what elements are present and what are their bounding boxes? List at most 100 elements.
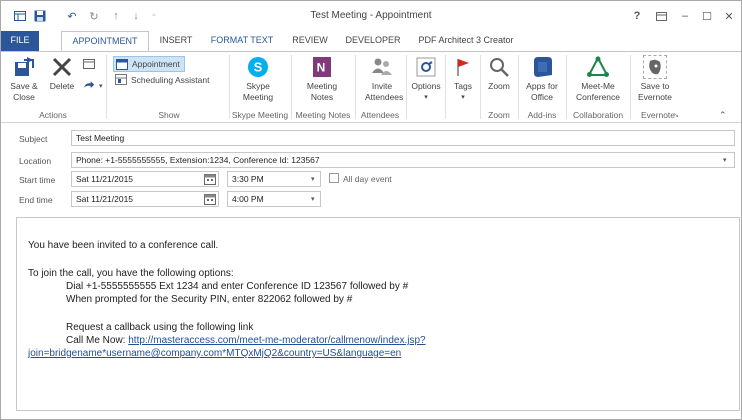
tab-developer[interactable]: DEVELOPER [339,31,407,51]
delete-button[interactable]: Delete [47,55,77,92]
message-body[interactable]: You have been invited to a conference ca… [16,217,740,411]
appointment-view-label: Appointment [132,59,180,69]
meet-me-conference-label: Meet-Me Conference [576,81,620,102]
start-time-label: Start time [19,175,56,185]
customize-qat-icon[interactable]: ⁼ [147,9,161,23]
tags-button[interactable]: Tags ▾ [449,55,477,103]
options-label: Options [411,81,441,91]
group-skype-label: Skype Meeting [231,110,289,120]
all-day-label: All day event [343,174,392,184]
options-button[interactable]: Options ▾ [409,55,443,103]
apps-for-office-button[interactable]: Apps for Office [522,55,562,103]
up-arrow-icon[interactable]: ↑ [109,9,123,23]
tab-file[interactable]: FILE [1,31,39,51]
undo-icon[interactable]: ↶ [65,9,79,23]
end-date-calendar-icon[interactable] [202,192,218,206]
tab-appointment[interactable]: APPOINTMENT [61,31,149,52]
maximize-button[interactable]: ☐ [697,7,717,25]
save-close-button[interactable]: Save & Close [7,55,41,103]
options-dropdown-icon: ▾ [424,94,428,101]
tab-insert[interactable]: INSERT [151,31,201,51]
invite-attendees-label: Invite Attendees [365,81,404,102]
apps-for-office-label: Apps for Office [526,81,558,102]
onenote-icon: N [310,55,334,79]
group-attendees-label: Attendees [360,110,400,120]
tags-label: Tags [454,81,472,91]
save-icon[interactable] [33,9,47,23]
tags-dropdown-icon: ▾ [461,94,465,101]
scheduling-assistant-icon [115,74,127,85]
calendar-small-icon [83,58,95,69]
magnifier-icon [487,55,511,79]
skype-icon: S [246,55,270,79]
save-to-evernote-button[interactable]: Save to Evernote [633,55,677,103]
invite-attendees-button[interactable]: Invite Attendees [359,55,405,103]
forward-button[interactable]: ▾ [83,80,103,91]
evernote-icon [643,55,667,79]
tab-review[interactable]: REVIEW [283,31,337,51]
end-time-label: End time [19,195,53,205]
subject-input[interactable]: Test Meeting [71,130,735,146]
group-addins-label: Add-ins [527,110,557,120]
down-arrow-icon[interactable]: ↓ [129,9,143,23]
calendar-forward-button[interactable] [83,58,99,69]
flag-icon [451,55,475,79]
zoom-button[interactable]: Zoom [484,55,514,92]
scheduling-assistant-button[interactable]: Scheduling Assistant [115,74,209,85]
save-close-icon [12,55,36,79]
save-to-evernote-label: Save to Evernote [637,81,673,102]
start-time-input[interactable]: 3:30 PM [227,171,321,187]
start-time-dropdown-icon[interactable]: ▾ [311,175,315,183]
title-bar: ↶ ↻ ↑ ↓ ⁼ Test Meeting - Appointment ? –… [1,1,741,31]
appointment-view-button[interactable]: Appointment [113,56,185,72]
svg-text:S: S [254,60,263,75]
zoom-label: Zoom [488,81,510,91]
app-menu-icon[interactable] [13,9,27,23]
help-button[interactable]: ? [627,7,647,25]
delete-label: Delete [49,81,75,91]
location-label: Location [19,156,52,166]
ribbon-display-options-icon[interactable] [651,7,671,25]
ribbon-tabs: FILE APPOINTMENT INSERT FORMAT TEXT REVI… [1,31,741,52]
options-icon [414,55,438,79]
subject-label: Subject [19,134,48,144]
meet-me-conference-button[interactable]: Meet-Me Conference [569,55,627,103]
start-date-input[interactable]: Sat 11/21/2015 [71,171,219,187]
appointment-icon [116,58,128,70]
group-zoom-label: Zoom [488,110,510,120]
group-separator [406,55,407,119]
meeting-notes-label: Meeting Notes [306,81,338,102]
evernote-dialog-launcher-icon[interactable]: ↘ [673,111,679,119]
collapse-ribbon-icon[interactable]: ⌃ [719,110,727,121]
all-day-checkbox[interactable] [329,173,339,183]
call-me-link-continued[interactable]: join=bridgename*username@company.com*MTQ… [28,348,401,359]
tab-format-text[interactable]: FORMAT TEXT [203,31,281,51]
body-line-dial: Dial +1-5555555555 Ext 1234 and enter Co… [66,281,409,292]
meeting-notes-button[interactable]: N Meeting Notes [296,55,348,103]
meet-me-icon [586,55,610,79]
ribbon: Save & Close Delete ▾ Actions Appointmen… [1,51,741,123]
save-close-label: Save & Close [10,81,38,102]
group-collaboration-label: Collaboration [572,110,624,120]
end-time-input[interactable]: 4:00 PM [227,191,321,207]
group-actions-label: Actions [39,110,67,120]
body-line-callback: Request a callback using the following l… [66,322,254,333]
redo-icon[interactable]: ↻ [87,9,101,23]
group-meeting-notes-label: Meeting Notes [295,110,351,120]
start-date-calendar-icon[interactable] [202,172,218,186]
body-line-pin: When prompted for the Security PIN, ente… [66,294,353,305]
tab-pdf-architect[interactable]: PDF Architect 3 Creator [411,31,521,51]
body-line-options: To join the call, you have the following… [28,268,234,279]
skype-meeting-button[interactable]: S Skype Meeting [233,55,283,103]
end-date-input[interactable]: Sat 11/21/2015 [71,191,219,207]
location-dropdown-icon[interactable]: ▾ [723,156,727,164]
appointment-window: ↶ ↻ ↑ ↓ ⁼ Test Meeting - Appointment ? –… [0,0,742,420]
end-time-dropdown-icon[interactable]: ▾ [311,195,315,203]
call-me-link[interactable]: http://masteraccess.com/meet-me-moderato… [128,335,425,346]
close-button[interactable]: ✕ [719,7,739,25]
location-input[interactable]: Phone: +1-5555555555, Extension:1234, Co… [71,152,735,168]
group-separator [445,55,446,119]
delete-icon [50,55,74,79]
body-line-call-me: Call Me Now: http://masteraccess.com/mee… [66,335,426,346]
minimize-button[interactable]: – [675,7,695,25]
